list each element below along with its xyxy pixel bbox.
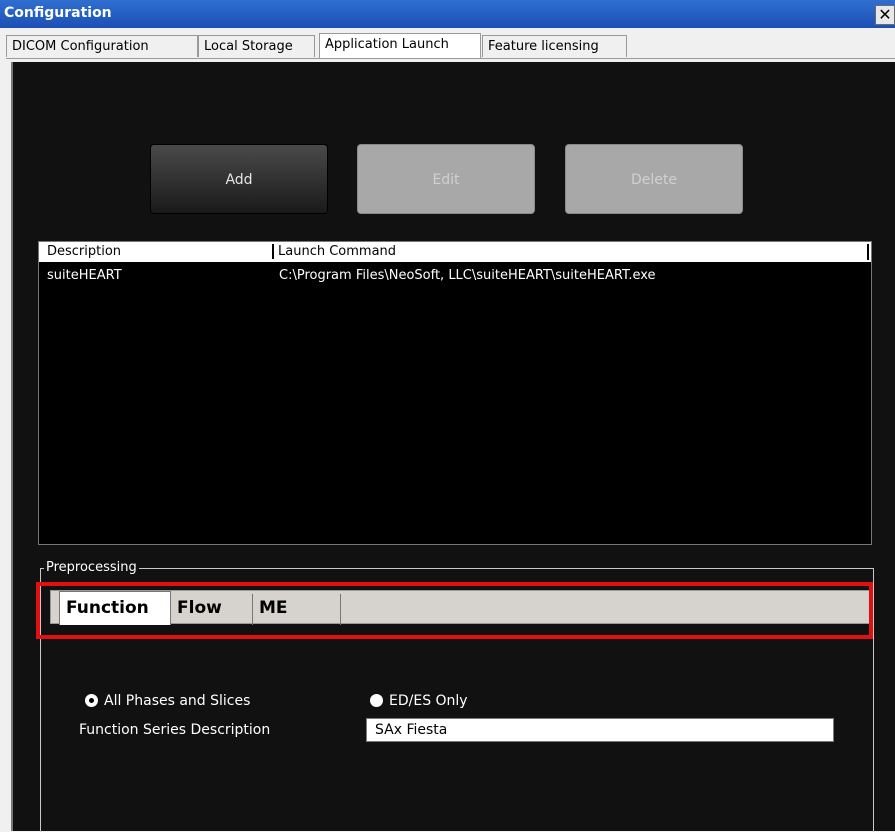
tab-local-storage[interactable]: Local Storage xyxy=(198,35,315,57)
highlight-box xyxy=(36,582,873,639)
tab-strip: DICOM Configuration Local Storage Applic… xyxy=(6,33,895,59)
tab-dicom-configuration[interactable]: DICOM Configuration xyxy=(6,35,198,57)
column-header-launch-command[interactable]: Launch Command xyxy=(272,244,396,259)
tab-feature-licensing[interactable]: Feature licensing xyxy=(482,35,627,57)
application-launch-panel: Add Edit Delete Description Launch Comma… xyxy=(11,62,895,832)
list-header: Description Launch Command xyxy=(39,242,871,262)
tab-divider xyxy=(6,58,895,59)
table-row[interactable]: suiteHEART C:\Program Files\NeoSoft, LLC… xyxy=(39,268,871,286)
tab-application-launch[interactable]: Application Launch xyxy=(319,33,481,59)
launch-command-list[interactable]: Description Launch Command suiteHEART C:… xyxy=(38,241,872,545)
ed-es-label: ED/ES Only xyxy=(389,693,468,709)
column-header-description[interactable]: Description xyxy=(47,244,121,259)
edit-button[interactable]: Edit xyxy=(357,144,535,214)
delete-button[interactable]: Delete xyxy=(565,144,743,214)
add-button[interactable]: Add xyxy=(150,144,328,214)
column-divider xyxy=(867,244,869,260)
ed-es-radio[interactable]: ED/ES Only xyxy=(370,693,468,709)
all-phases-label: All Phases and Slices xyxy=(104,693,251,709)
close-icon[interactable]: ✕ xyxy=(875,5,895,25)
all-phases-radio[interactable]: All Phases and Slices xyxy=(85,693,250,709)
function-series-label: Function Series Description xyxy=(79,722,271,738)
window-title: Configuration xyxy=(4,5,112,21)
function-series-input[interactable] xyxy=(366,718,834,742)
preprocessing-label: Preprocessing xyxy=(44,560,139,575)
title-bar: Configuration ✕ xyxy=(0,0,895,28)
row-description: suiteHEART xyxy=(47,268,122,283)
radio-unselected-icon xyxy=(370,694,383,707)
radio-selected-icon xyxy=(85,694,98,707)
row-launch-command: C:\Program Files\NeoSoft, LLC\suiteHEART… xyxy=(279,268,656,283)
